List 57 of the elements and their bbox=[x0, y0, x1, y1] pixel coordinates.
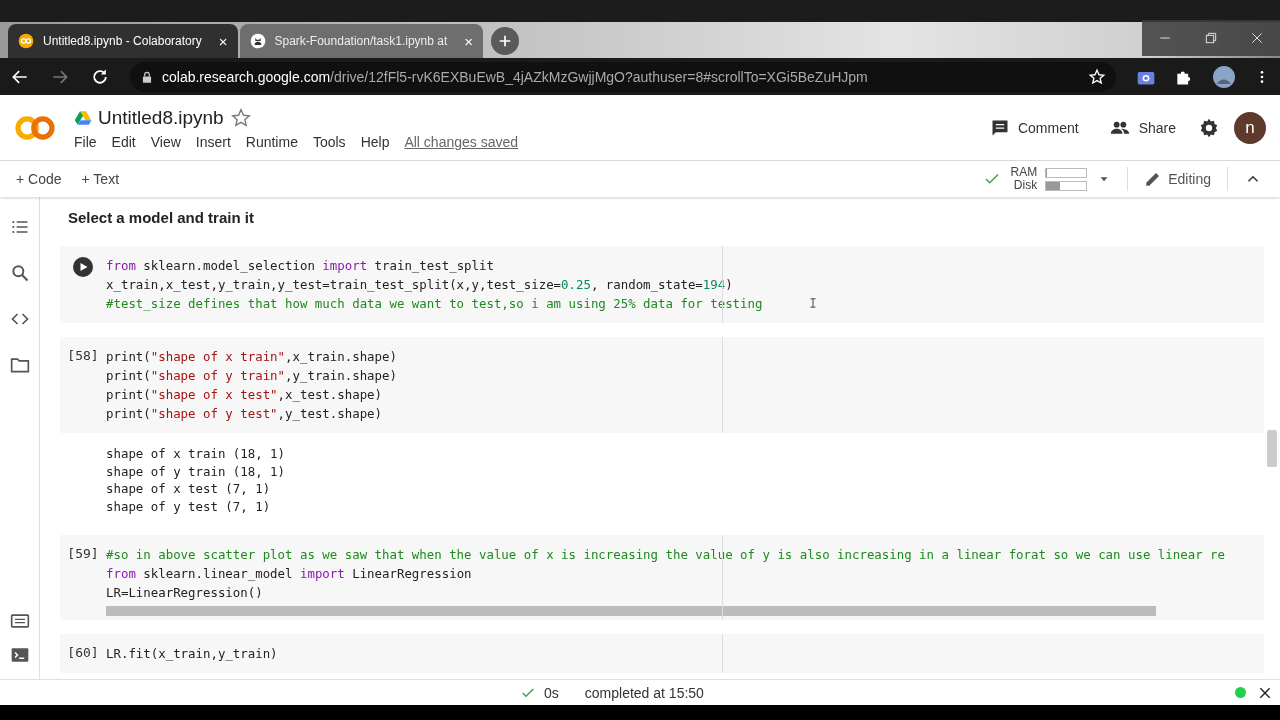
code-line: from sklearn.linear_model import LinearRegression bbox=[106, 565, 472, 583]
menu-item[interactable]: File bbox=[74, 134, 97, 150]
code-line: print("shape of x train",x_train.shape) bbox=[106, 348, 397, 366]
code-line: print("shape of x test",x_test.shape) bbox=[106, 386, 383, 404]
close-tab-button[interactable]: × bbox=[464, 32, 474, 50]
code-line: #test_size defines that how much data we want to test,so i am using 25% data for testing bbox=[106, 295, 763, 313]
colab-logo-icon bbox=[18, 33, 34, 49]
output-line: shape of x train (18, 1) bbox=[106, 445, 287, 463]
execution-count: [58] bbox=[67, 348, 99, 365]
folder-icon[interactable] bbox=[9, 355, 30, 375]
execution-count: [59] bbox=[67, 546, 99, 563]
horizontal-scrollbar[interactable] bbox=[106, 606, 1156, 616]
star-outline-icon[interactable] bbox=[1088, 67, 1106, 86]
vertical-scrollbar[interactable] bbox=[1267, 430, 1277, 467]
output-line: shape of y test (7, 1) bbox=[106, 497, 272, 515]
menu-item[interactable]: Runtime bbox=[245, 134, 298, 150]
drive-triangle-icon bbox=[74, 109, 92, 127]
editing-mode-button[interactable]: Editing bbox=[1144, 170, 1211, 188]
browser-tab[interactable]: Untitled8.ipynb - Colaboratory × bbox=[8, 24, 238, 58]
execution-duration: 0s bbox=[544, 684, 559, 701]
user-avatar[interactable]: n bbox=[1234, 111, 1266, 144]
close-icon[interactable] bbox=[1258, 685, 1272, 700]
output-line: shape of y train (18, 1) bbox=[106, 462, 287, 480]
menu-item[interactable]: Tools bbox=[312, 134, 346, 150]
completion-status: completed at 15:50 bbox=[584, 684, 704, 701]
code-line: #so in above scatter plot as we saw that when the value of x is increasing the value of y is also increasing in a linear forat so we can use linear re bbox=[106, 546, 1225, 564]
output-line: shape of x test (7, 1) bbox=[106, 480, 272, 498]
code-line: LR.fit(x_train,y_train) bbox=[106, 645, 278, 663]
execution-count: [60] bbox=[67, 645, 99, 662]
menu-item[interactable]: Insert bbox=[195, 134, 231, 150]
code-line: print("shape of y test",y_test.shape) bbox=[106, 405, 383, 423]
code-line: from sklearn.model_selection import train_test_split bbox=[106, 257, 494, 275]
menu-item[interactable]: Help bbox=[360, 134, 390, 150]
menu-item[interactable]: View bbox=[150, 134, 181, 150]
add-text-button[interactable]: + Text bbox=[81, 171, 120, 187]
close-tab-button[interactable]: × bbox=[218, 32, 228, 50]
comment-button[interactable]: Comment bbox=[981, 111, 1087, 144]
star-outline-icon[interactable] bbox=[229, 107, 252, 129]
notebook-title[interactable]: Untitled8.ipynb bbox=[98, 107, 224, 129]
profile-avatar-icon[interactable] bbox=[1212, 64, 1236, 89]
terminal-icon[interactable] bbox=[9, 645, 30, 665]
menu-item[interactable]: Edit bbox=[111, 134, 136, 150]
code-line: LR=LinearRegression() bbox=[106, 584, 263, 602]
share-button[interactable]: Share bbox=[1100, 111, 1184, 144]
address-bar[interactable]: colab.research.google.com/drive/12fFl5-rvK6EXBuEwB_4jAZkMzGwjjMgO?authuser=8#scrollTo=XGi5BeZuHJpm bbox=[130, 61, 1116, 92]
code-line: print("shape of y train",y_train.shape) bbox=[106, 367, 397, 385]
run-cell-button[interactable] bbox=[73, 257, 93, 277]
keyboard-icon[interactable] bbox=[9, 611, 30, 631]
section-heading: Select a model and train it bbox=[68, 209, 255, 226]
new-tab-button[interactable] bbox=[491, 27, 520, 55]
resource-meter[interactable]: RAM Disk bbox=[1010, 166, 1088, 192]
add-code-button[interactable]: + Code bbox=[16, 171, 62, 187]
search-icon[interactable] bbox=[9, 263, 30, 283]
connected-status-dot bbox=[1235, 687, 1246, 698]
save-status-link[interactable]: All changes saved bbox=[404, 134, 519, 150]
browser-tab[interactable]: Spark-Foundation/task1.ipynb at × bbox=[239, 24, 484, 58]
lock-icon bbox=[140, 69, 154, 84]
